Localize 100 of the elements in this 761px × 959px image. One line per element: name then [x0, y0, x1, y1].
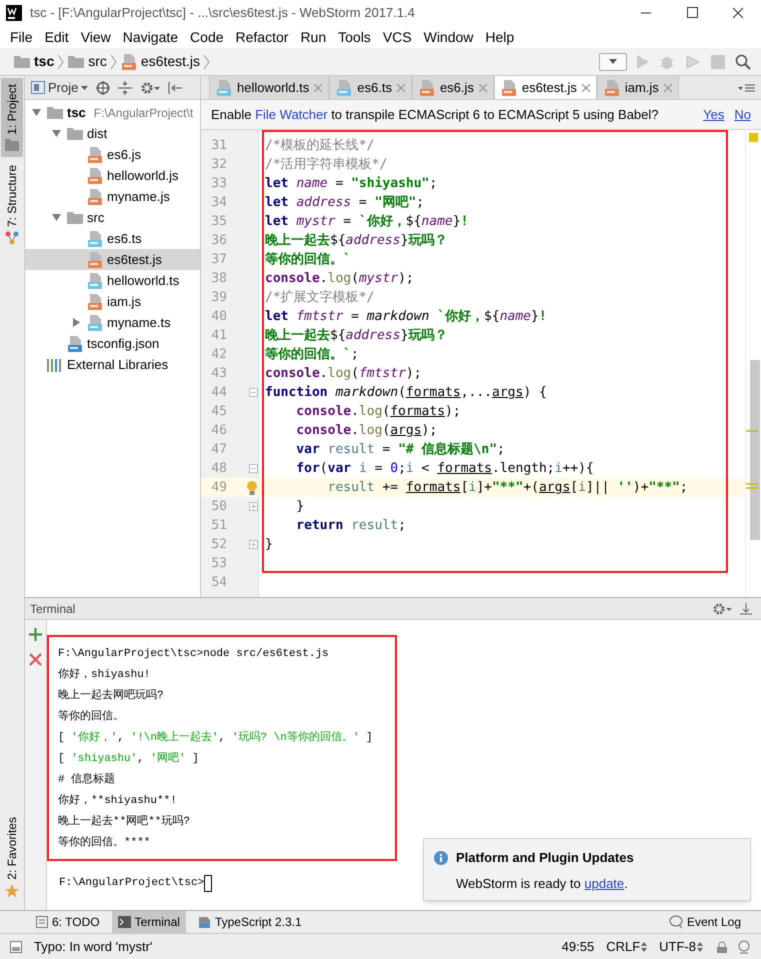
menu-item[interactable]: Tools [332, 26, 377, 48]
code-line: /*模板的延长线*/ [264, 137, 374, 155]
add-icon[interactable] [29, 628, 42, 641]
tool-window-button[interactable]: 1: Project [1, 78, 23, 157]
line-number: 47 [210, 440, 228, 459]
settings-icon[interactable] [140, 80, 160, 94]
line-number: 52 [210, 536, 228, 554]
line-separator-selector[interactable]: CRLF [606, 936, 648, 956]
caret-position[interactable]: 49:55 [562, 936, 594, 956]
hide-panel-icon[interactable] [168, 80, 182, 94]
folder-icon [5, 138, 19, 151]
breadcrumb[interactable]: tsc [14, 51, 68, 72]
line-number: 51 [210, 516, 228, 535]
editor-tab[interactable]: es6test.js [494, 76, 597, 99]
file-icon [418, 80, 435, 96]
tree-item[interactable]: es6.ts [25, 228, 200, 249]
tree-item[interactable]: es6test.js [25, 249, 200, 270]
tree-item[interactable]: src [25, 207, 200, 228]
notification-link[interactable]: Yes [703, 104, 724, 124]
breadcrumb[interactable]: src [68, 51, 121, 72]
fold-marker-icon[interactable] [249, 464, 258, 473]
tree-item[interactable]: es6.js [25, 144, 200, 165]
terminal-line: 你好，shiyashu! [58, 667, 150, 683]
tree-item[interactable]: myname.js [25, 186, 200, 207]
tool-window-button[interactable]: 7: Structure [1, 158, 23, 251]
menu-item[interactable]: Code [184, 26, 230, 48]
hide-panel-icon[interactable] [740, 602, 752, 614]
tree-item[interactable]: helloworld.js [25, 165, 200, 186]
update-link[interactable]: update [584, 876, 624, 890]
tree-item[interactable]: iam.js [25, 291, 200, 312]
chevron-icon [110, 54, 117, 70]
file-icon [87, 294, 103, 310]
expanded-arrow-icon[interactable] [52, 129, 60, 138]
tool-window-button[interactable]: 2: Favorites [1, 811, 23, 904]
menu-item[interactable]: VCS [376, 26, 418, 48]
fold-end-marker-icon[interactable] [249, 540, 258, 549]
run-config-dropdown[interactable] [599, 52, 627, 70]
tool-window-tab[interactable]: Terminal [112, 911, 186, 933]
settings-icon[interactable] [712, 602, 732, 616]
event-log-button[interactable]: Event Log [668, 913, 741, 931]
menu-item[interactable]: View [74, 26, 117, 48]
file-icon [216, 80, 232, 96]
expanded-arrow-icon[interactable] [32, 108, 40, 117]
line-number: 32 [210, 156, 228, 174]
target-icon[interactable] [96, 80, 110, 94]
tree-item-label: es6.ts [107, 230, 142, 248]
encoding-selector[interactable]: UTF-8 [659, 936, 703, 956]
tree-item[interactable]: External Libraries [25, 354, 200, 375]
file-icon [87, 168, 103, 184]
notification-link[interactable]: No [734, 104, 751, 124]
menu-item[interactable]: Navigate [116, 26, 184, 48]
code-line: function markdown(formats,...args) { [264, 384, 547, 402]
code-line: let name = "shiyashu"; [264, 175, 438, 193]
fold-marker-icon[interactable] [249, 388, 258, 397]
panel-toggle-icon[interactable] [10, 940, 22, 952]
code-line: console.log(args); [295, 422, 438, 440]
menu-item[interactable]: File [4, 26, 39, 48]
inspector-icon[interactable] [737, 940, 751, 954]
menu-item[interactable]: Run [294, 26, 332, 48]
code-line: } [295, 498, 304, 516]
editor-tab[interactable]: es6.ts [329, 76, 412, 99]
breadcrumb[interactable]: es6test.js [120, 51, 214, 72]
up-down-icon [697, 942, 703, 952]
folder-icon [67, 127, 83, 140]
tree-item-label: src [87, 208, 104, 227]
menu-item[interactable]: Window [418, 26, 480, 48]
menu-item[interactable]: Edit [38, 26, 75, 48]
code-line: for(var i = 0;i < formats.length;i++){ [295, 460, 594, 478]
editor-tab[interactable]: iam.js [596, 76, 679, 99]
tree-item[interactable]: myname.ts [25, 312, 200, 333]
terminal-line: [ 'shiyashu', '网吧' ] [58, 751, 199, 767]
tree-item-label: dist [87, 124, 108, 143]
menu-item[interactable]: Help [479, 26, 520, 48]
line-number: 50 [210, 498, 228, 516]
popup-title: Platform and Plugin Updates [456, 849, 634, 867]
lightbulb-icon[interactable] [246, 480, 258, 496]
tool-window-tab[interactable]: 6: TODO [30, 911, 106, 933]
menu-item[interactable]: Refactor [230, 26, 294, 48]
tool-window-tab[interactable]: TypeScript 2.3.1 [192, 911, 308, 933]
tree-item[interactable]: tsconfig.json [25, 333, 200, 354]
collapsed-arrow-icon[interactable] [72, 318, 80, 327]
terminal-line: # 信息标题 [58, 772, 116, 788]
scrollbar[interactable] [750, 360, 760, 540]
line-number: 31 [210, 136, 228, 155]
tree-item[interactable]: helloworld.ts [25, 270, 200, 291]
editor-tab[interactable]: helloworld.ts [209, 76, 330, 99]
line-number: 39 [210, 288, 228, 307]
fold-end-marker-icon[interactable] [249, 502, 258, 511]
tree-item-label: es6.js [107, 146, 141, 164]
status-message: Typo: In word 'mystr' [34, 938, 152, 956]
tree-item[interactable]: tsc F:\AngularProject\t [25, 102, 200, 123]
lock-icon[interactable] [717, 940, 727, 952]
project-view-icon [31, 81, 45, 94]
search-icon[interactable] [735, 54, 751, 70]
editor-tab[interactable]: es6.js [412, 76, 494, 99]
tree-item[interactable]: dist [25, 123, 200, 144]
library-icon [47, 358, 63, 372]
expanded-arrow-icon[interactable] [52, 213, 60, 222]
collapse-icon[interactable] [118, 80, 132, 94]
close-icon[interactable] [29, 653, 42, 666]
